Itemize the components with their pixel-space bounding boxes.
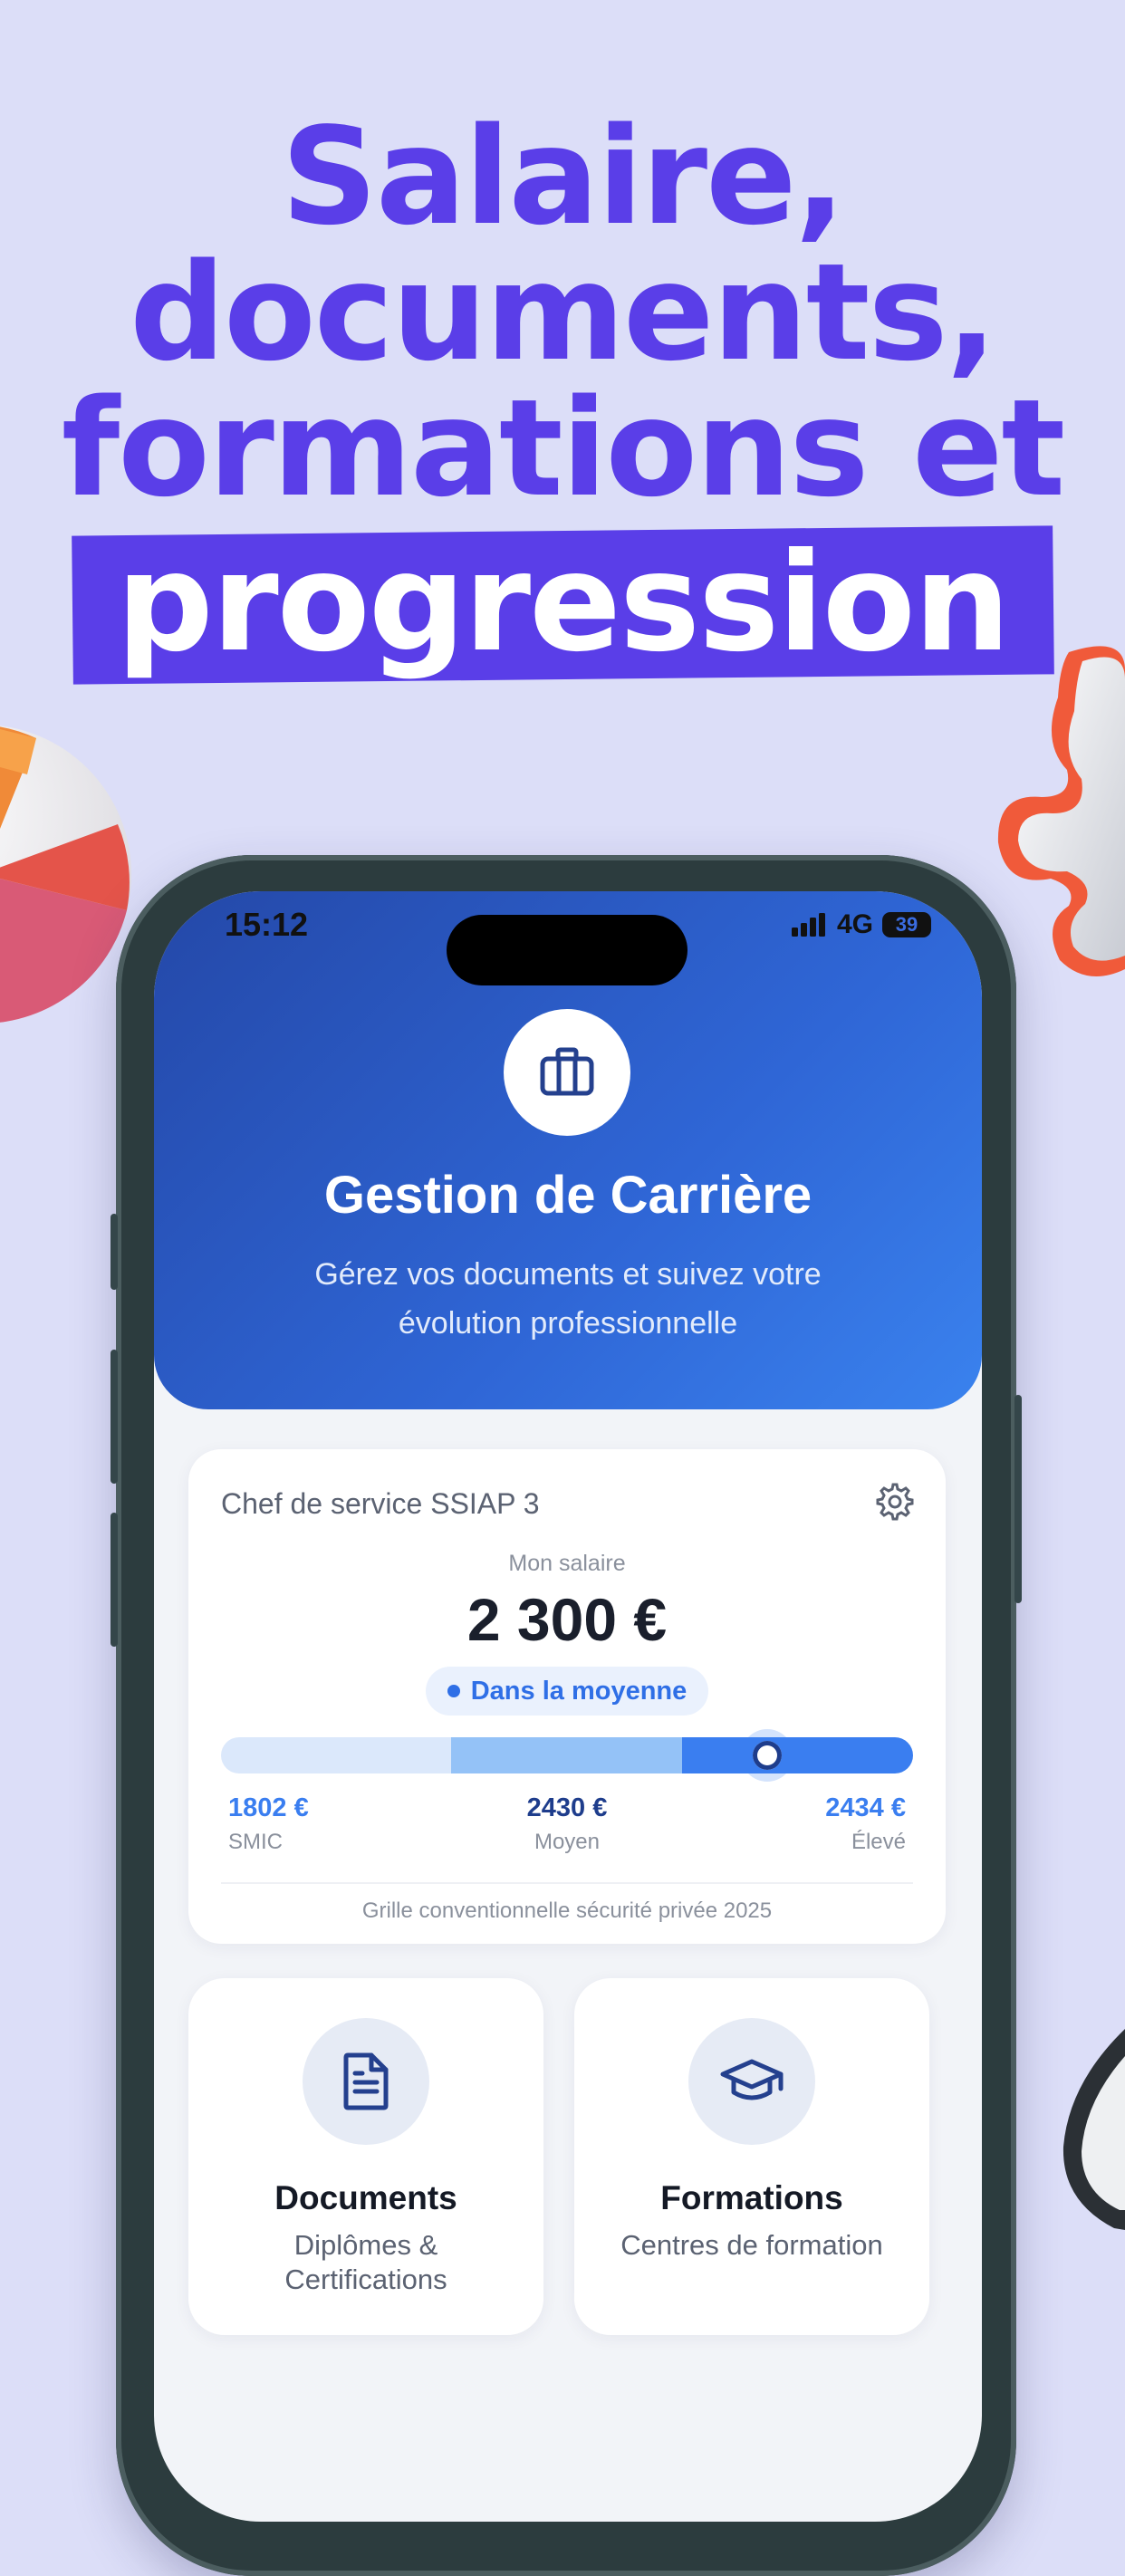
badge-text: Dans la moyenne xyxy=(470,1676,688,1706)
page-title: Gestion de Carrière xyxy=(323,1166,812,1225)
scale-value-eleve: 2434 € xyxy=(825,1793,906,1822)
formations-tile[interactable]: Formations Centres de formation xyxy=(574,1978,929,2335)
salary-position-marker xyxy=(741,1729,793,1782)
phone-side-button xyxy=(111,1214,118,1290)
salary-range-bar xyxy=(221,1737,913,1773)
headline-highlight-text: progression xyxy=(116,524,1010,682)
tile-subtitle: Diplômes & Certifications xyxy=(284,2229,447,2295)
job-title: Chef de service SSIAP 3 xyxy=(221,1487,540,1520)
phone-side-button xyxy=(1014,1395,1022,1603)
documents-tile[interactable]: Documents Diplômes & Certifications xyxy=(188,1978,543,2335)
network-type: 4G xyxy=(836,909,873,939)
badge-dot xyxy=(447,1685,460,1697)
app-screen: 15:12 4G 39 Gestion de Carrière Gérez vo… xyxy=(154,891,982,2522)
decorative-puzzle-piece xyxy=(997,646,1125,976)
tile-title: Documents xyxy=(274,2179,457,2216)
salary-card: Chef de service SSIAP 3 Mon salaire 2 30… xyxy=(188,1449,946,1944)
scale-label-moyen: Moyen xyxy=(534,1830,601,1854)
page-subtitle: Gérez vos documents et suivez votre évol… xyxy=(314,1257,822,1341)
scale-label-eleve: Élevé xyxy=(851,1830,906,1854)
status-time: 15:12 xyxy=(225,906,309,943)
salary-label: Mon salaire xyxy=(508,1551,626,1576)
status-indicators: 4G 39 xyxy=(791,909,931,940)
status-badge: Dans la moyenne xyxy=(426,1667,708,1716)
divider xyxy=(221,1882,913,1884)
phone-side-button xyxy=(111,1513,118,1647)
signal-icon xyxy=(791,913,825,937)
tile-subtitle: Centres de formation xyxy=(620,2229,883,2261)
range-segment-low xyxy=(221,1737,451,1773)
gear-icon[interactable] xyxy=(875,1482,915,1522)
headline-highlight: progression xyxy=(72,524,1055,685)
headline-line-1: Salaire, xyxy=(281,99,845,255)
headline-line-3: formations et xyxy=(61,370,1065,526)
decorative-object xyxy=(1062,2029,1125,2230)
range-segment-mid xyxy=(451,1737,682,1773)
graduation-cap-icon xyxy=(688,2018,815,2145)
marketing-headline: Salaire, documents, formations et progre… xyxy=(0,99,1125,685)
battery-icon: 39 xyxy=(882,912,931,937)
salary-value: 2 300 € xyxy=(466,1586,668,1653)
briefcase-icon xyxy=(504,1009,630,1136)
salary-footnote: Grille conventionnelle sécurité privée 2… xyxy=(361,1898,773,1923)
headline-line-2: documents, xyxy=(130,235,997,390)
document-icon xyxy=(303,2018,429,2145)
tile-title: Formations xyxy=(660,2179,843,2216)
dynamic-island xyxy=(447,915,688,985)
phone-side-button xyxy=(111,1350,118,1484)
range-segment-high xyxy=(682,1737,913,1773)
